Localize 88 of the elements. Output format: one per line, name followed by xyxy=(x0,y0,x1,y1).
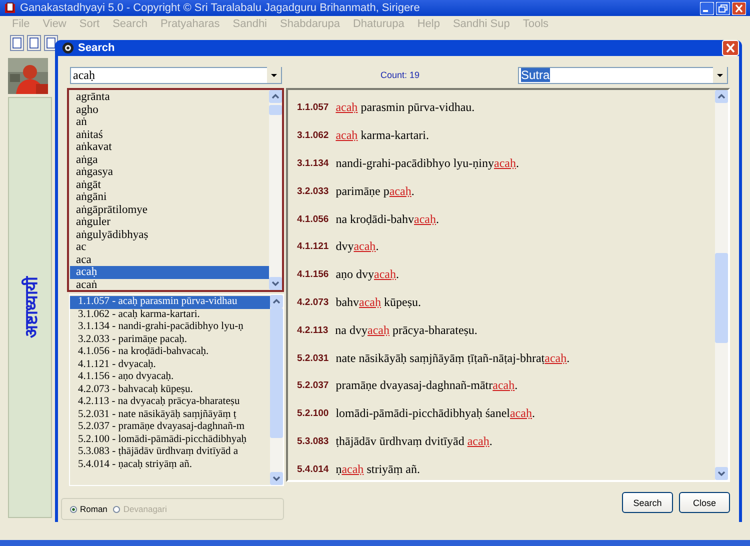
dropdown-item[interactable]: aṅgāt xyxy=(70,178,269,191)
sutra-text: acaḥ karma-kartari. xyxy=(336,128,429,144)
scroll-up-icon[interactable] xyxy=(269,90,282,103)
close-icon[interactable] xyxy=(722,40,739,56)
scroll-down-icon[interactable] xyxy=(715,467,728,480)
scrollbar[interactable] xyxy=(270,295,283,485)
sutra-text: ṭhājādāv ūrdhvaṃ dvitīyād acaḥ. xyxy=(336,434,492,449)
dropdown-item[interactable]: aṅgāprātilomye xyxy=(70,204,269,216)
list-item[interactable]: 5.2.100 - lomādi-pāmādi-picchādibhyaḥ xyxy=(70,434,270,446)
sutra-text: na kroḍādi-bahvacaḥ. xyxy=(336,212,439,227)
restore-icon[interactable] xyxy=(716,2,730,14)
sutra-number: 5.3.083 xyxy=(297,436,329,447)
sutra-number: 4.1.056 xyxy=(297,214,329,225)
scroll-thumb[interactable] xyxy=(715,253,728,343)
dropdown-item[interactable]: aṅguler xyxy=(70,216,269,228)
sutra-text: nate nāsikāyāḥ saṃjñāyāṃ ṭīṭañ-nāṭaj-bhraṭacaḥ. xyxy=(336,350,570,366)
sutra-text: lomādi-pāmādi-picchādibhyaḥ śanelacaḥ. xyxy=(336,406,535,422)
document-icon[interactable] xyxy=(44,35,58,51)
sutra-number: 5.2.100 xyxy=(297,408,329,420)
list-item[interactable]: 5.2.037 - pramāṇe dvayasaj-daghnañ-m xyxy=(70,421,270,434)
sutra-number: 1.1.057 xyxy=(297,102,329,114)
app-icon xyxy=(4,2,16,14)
sutra-number: 4.1.121 xyxy=(297,241,329,252)
window-title: Ganakastadhyayi 5.0 - Copyright © Sri Taralabalu Jagadguru Brihanmath, Sirigere xyxy=(20,2,421,14)
dialog-title: Search xyxy=(78,42,116,54)
sutra-text: nandi-grahi-pacādibhyo lyu-ṇinyacaḥ. xyxy=(336,156,519,171)
vertical-title: अष्टाध्यायी xyxy=(20,277,42,338)
scroll-down-icon[interactable] xyxy=(269,277,282,290)
sutra-text: dvyacaḥ. xyxy=(336,239,379,254)
dropdown-item[interactable]: aṅitaś xyxy=(70,128,269,141)
sutra-text: aṇo dvyacaḥ. xyxy=(336,267,400,282)
sutra-text: parimāṇe pacaḥ. xyxy=(336,184,414,199)
dialog-button[interactable]: Close xyxy=(679,492,730,513)
sutra-number: 5.2.031 xyxy=(297,352,329,364)
list-item[interactable]: 4.2.113 - na dvyacaḥ prācya-bharateṣu xyxy=(70,396,270,408)
dropdown-item[interactable]: agrānta xyxy=(70,91,269,104)
list-item[interactable]: 5.2.031 - nate nāsikāyāḥ saṃjñāyāṃ ṭ xyxy=(70,408,270,421)
dropdown-item[interactable]: acaḥ xyxy=(70,266,269,278)
sutra-number: 3.2.033 xyxy=(297,186,329,197)
scroll-thumb[interactable] xyxy=(270,308,283,438)
minimize-icon[interactable] xyxy=(700,2,714,14)
scroll-up-icon[interactable] xyxy=(270,295,283,308)
dropdown-item[interactable]: acaṅ xyxy=(70,278,269,291)
combo-box[interactable]: Sutra xyxy=(518,66,728,84)
dropdown-item[interactable]: aṅgāni xyxy=(70,191,269,204)
sutra-number: 4.1.156 xyxy=(297,269,329,280)
sutra-number: 4.2.073 xyxy=(297,296,329,308)
list-item[interactable]: 5.4.014 - ṇacaḥ striyāṃ añ. xyxy=(70,458,270,471)
sutra-text: ṇacaḥ striyāṃ añ. xyxy=(336,462,420,477)
dropdown-item[interactable]: aṅgasya xyxy=(70,166,269,178)
dropdown-item[interactable]: aṅkavat xyxy=(70,141,269,154)
sutra-text: pramāṇe dvayasaj-daghnañ-mātracaḥ. xyxy=(336,378,518,394)
radio-button[interactable]: Roman xyxy=(70,504,108,514)
sutra-text: bahvacaḥ kūpeṣu. xyxy=(336,294,422,310)
sutra-text: acaḥ parasmin pūrva-vidhau. xyxy=(336,100,475,116)
list-item[interactable]: 4.1.156 - aṇo dvyacaḥ. xyxy=(70,371,270,384)
dropdown-item[interactable]: ac xyxy=(70,241,269,254)
sutra-number: 5.2.037 xyxy=(297,380,329,392)
dropdown-item[interactable]: aṅga xyxy=(70,154,269,166)
sutra-number: 5.4.014 xyxy=(297,464,329,475)
list-item[interactable]: 3.2.033 - parimāṇe pacaḥ. xyxy=(70,334,270,346)
sutra-number: 3.1.062 xyxy=(297,130,329,142)
list-item[interactable]: 4.1.121 - dvyacaḥ. xyxy=(70,358,270,371)
scrollbar[interactable] xyxy=(269,90,282,290)
scroll-up-icon[interactable] xyxy=(715,90,728,103)
scroll-thumb[interactable] xyxy=(269,105,282,115)
dialog-button[interactable]: Search xyxy=(622,492,673,513)
combo-box[interactable]: acaḥ xyxy=(70,66,282,84)
sutra-number: 3.1.134 xyxy=(297,158,329,169)
result-count: Count: 19 xyxy=(379,70,421,80)
sutra-number: 4.2.113 xyxy=(297,324,328,336)
list-item[interactable]: 3.1.062 - acaḥ karma-kartari. xyxy=(70,308,270,321)
list-item[interactable]: 5.3.083 - ṭhājādāv ūrdhvaṃ dvitīyād a xyxy=(70,446,270,458)
dropdown-item[interactable]: agho xyxy=(70,104,269,116)
list-item[interactable]: 4.2.073 - bahvacaḥ kūpeṣu. xyxy=(70,384,270,396)
sutra-text: na dvyacaḥ prācya-bharateṣu. xyxy=(335,322,478,338)
list-item[interactable]: 1.1.057 - acaḥ parasmin pūrva-vidhau xyxy=(70,296,270,308)
list-item[interactable]: 4.1.056 - na kroḍādi-bahvacaḥ. xyxy=(70,346,270,358)
scrollbar[interactable] xyxy=(715,90,728,480)
eye-icon xyxy=(62,42,74,54)
document-icon[interactable] xyxy=(27,35,41,51)
scroll-down-icon[interactable] xyxy=(270,472,283,485)
close-icon[interactable] xyxy=(732,2,746,14)
dropdown-item[interactable]: aṅgulyādibhyaṣ xyxy=(70,228,269,241)
list-item[interactable]: 3.1.134 - nandi-grahi-pacādibhyo lyu-ṇ xyxy=(70,321,270,334)
dropdown-item[interactable]: aṅ xyxy=(70,116,269,128)
document-icon[interactable] xyxy=(10,35,24,51)
dropdown-item[interactable]: aca xyxy=(70,254,269,266)
